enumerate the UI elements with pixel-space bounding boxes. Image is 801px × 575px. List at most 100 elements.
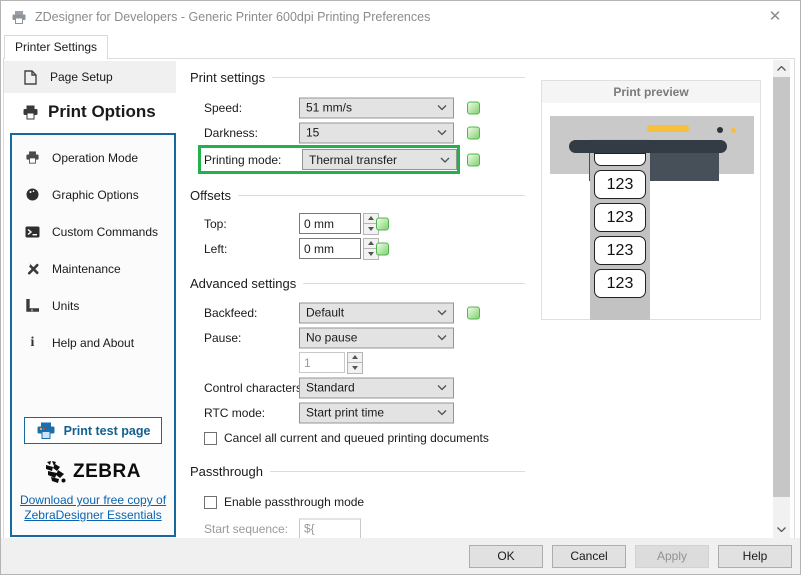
group-rule [270,471,525,472]
pause-value: No pause [306,331,437,345]
vertical-scrollbar[interactable] [773,60,790,538]
enable-passthrough-checkbox[interactable] [204,496,217,509]
sidebar-item-label: Print Options [48,102,156,122]
spin-up-icon[interactable] [348,353,362,363]
group-title: Print settings [190,70,265,85]
zebra-brand-name: ZEBRA [73,461,141,483]
row-backfeed: Backfeed: Default [190,300,525,325]
rtc-mode-dropdown[interactable]: Start print time [299,402,454,423]
pause-label: Pause: [204,331,241,345]
dialog-footer: OK Cancel Apply Help [1,538,800,574]
speed-dropdown[interactable]: 51 mm/s [299,97,454,118]
speed-value: 51 mm/s [306,101,437,115]
sidebar-item-page-setup[interactable]: Page Setup [4,61,176,93]
pause-count-spinner[interactable] [347,352,363,374]
tab-printer-settings[interactable]: Printer Settings [4,35,108,59]
printer-icon [24,151,41,164]
sidebar-item-label: Graphic Options [52,188,139,202]
pause-dropdown[interactable]: No pause [299,327,454,348]
pause-count-value: 1 [304,356,311,370]
terminal-icon [24,226,41,238]
offset-left-input[interactable]: 0 mm [299,238,361,259]
zebra-head-icon [45,461,69,483]
chevron-down-icon [437,130,447,136]
download-essentials-link[interactable]: Download your free copy of ZebraDesigner… [12,493,174,523]
group-print-settings: Print settings [190,70,525,85]
offset-top-value: 0 mm [304,217,334,231]
start-sequence-label: Start sequence: [204,522,288,536]
scroll-down-icon[interactable] [773,521,790,538]
preview-label: 123 [594,236,646,265]
chevron-down-icon [437,385,447,391]
sidebar-item-help-and-about[interactable]: i Help and About [12,324,174,361]
control-characters-dropdown[interactable]: Standard [299,377,454,398]
cancel-documents-label: Cancel all current and queued printing d… [224,431,489,445]
row-darkness: Darkness: 15 [190,120,525,145]
print-preview-title: Print preview [542,81,760,103]
row-pause-count: 1 [190,350,525,375]
printer-icon [36,422,56,439]
row-speed: Speed: 51 mm/s [190,95,525,120]
window-title: ZDesigner for Developers - Generic Print… [35,10,430,24]
sidebar-item-custom-commands[interactable]: Custom Commands [12,213,174,250]
darkness-dropdown[interactable]: 15 [299,122,454,143]
backfeed-value: Default [306,306,437,320]
row-printing-mode: Printing mode: Thermal transfer [190,145,525,174]
start-sequence-input[interactable]: ${ [299,518,361,538]
sidebar-item-label: Maintenance [52,262,121,276]
preview-label: 123 [594,203,646,232]
tools-icon [24,262,41,276]
printing-mode-status-led [467,153,480,166]
cancel-button[interactable]: Cancel [552,545,626,568]
row-pause: Pause: No pause [190,325,525,350]
ok-button[interactable]: OK [469,545,543,568]
sidebar-item-label: Custom Commands [52,225,158,239]
apply-button[interactable]: Apply [635,545,709,568]
printing-mode-dropdown[interactable]: Thermal transfer [302,149,457,170]
cancel-documents-checkbox[interactable] [204,432,217,445]
pause-count-input[interactable]: 1 [299,352,345,373]
close-icon[interactable]: ✕ [764,7,786,27]
help-button[interactable]: Help [718,545,792,568]
print-preview-canvas: 123 123 123 123 [542,103,760,320]
sidebar-item-units[interactable]: Units [12,287,174,324]
scroll-up-icon[interactable] [773,60,790,77]
print-test-page-button[interactable]: Print test page [24,417,162,444]
sidebar-nav-list: Operation Mode Graphic Options [12,135,174,361]
sidebar-item-print-options[interactable]: Print Options [4,93,176,131]
group-advanced: Advanced settings [190,276,525,291]
preview-label: 123 [594,170,646,199]
row-control-characters: Control characters: Standard [190,375,525,400]
sidebar-item-maintenance[interactable]: Maintenance [12,250,174,287]
printing-preferences-dialog: ZDesigner for Developers - Generic Print… [0,0,801,575]
enable-passthrough-label: Enable passthrough mode [224,495,364,509]
backfeed-dropdown[interactable]: Default [299,302,454,323]
start-sequence-value: ${ [304,522,315,536]
printing-mode-value: Thermal transfer [309,153,440,167]
rtc-mode-label: RTC mode: [204,406,265,420]
group-title: Passthrough [190,464,263,479]
offset-top-input[interactable]: 0 mm [299,213,361,234]
sidebar-item-graphic-options[interactable]: Graphic Options [12,176,174,213]
speed-label: Speed: [204,101,242,115]
offset-left-control: 0 mm [299,238,379,260]
rtc-mode-value: Start print time [306,406,437,420]
scrollbar-thumb[interactable] [773,77,790,497]
title-bar: ZDesigner for Developers - Generic Print… [1,1,800,33]
chevron-down-icon [440,157,450,163]
offset-left-label: Left: [204,242,227,256]
backfeed-status-led [467,306,480,319]
print-preview-panel: Print preview 123 123 123 123 [541,80,761,320]
sidebar-item-label: Operation Mode [52,151,138,165]
printer-icon [22,105,39,120]
row-rtc-mode: RTC mode: Start print time [190,400,525,425]
page-icon [22,70,39,85]
printing-mode-highlight-box: Printing mode: Thermal transfer [198,145,460,174]
printer-indicator-strip [647,125,689,132]
tab-strip: Printer Settings [1,35,800,58]
speed-status-led [467,101,480,114]
chevron-down-icon [437,105,447,111]
sidebar-item-operation-mode[interactable]: Operation Mode [12,139,174,176]
spin-down-icon[interactable] [348,362,362,373]
row-start-sequence: Start sequence: ${ [190,516,525,538]
